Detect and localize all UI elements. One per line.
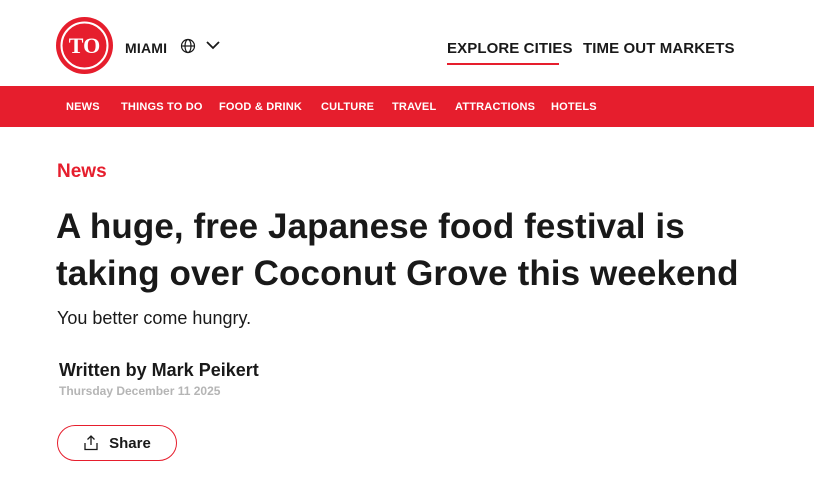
article-date: Thursday December 11 2025 xyxy=(59,384,221,398)
section-menu-bar: NEWS THINGS TO DO FOOD & DRINK CULTURE T… xyxy=(0,86,814,127)
menu-item-travel[interactable]: TRAVEL xyxy=(392,101,436,113)
share-label: Share xyxy=(109,434,151,452)
article-subtitle: You better come hungry. xyxy=(57,308,252,328)
menu-item-hotels[interactable]: HOTELS xyxy=(551,101,597,113)
site-header: TO MIAMI EXPLORE CITIES TIME OUT MARKETS xyxy=(0,0,814,86)
share-button[interactable]: Share xyxy=(57,425,177,461)
active-nav-underline xyxy=(447,63,559,65)
menu-item-culture[interactable]: CULTURE xyxy=(321,101,374,113)
nav-explore-cities[interactable]: EXPLORE CITIES xyxy=(447,40,573,57)
menu-item-news[interactable]: NEWS xyxy=(66,101,100,113)
svg-text:TO: TO xyxy=(69,33,100,58)
share-icon xyxy=(84,435,98,451)
timeout-logo[interactable]: TO xyxy=(56,17,113,74)
menu-item-attractions[interactable]: ATTRACTIONS xyxy=(455,101,535,113)
nav-time-out-markets[interactable]: TIME OUT MARKETS xyxy=(583,40,735,57)
logo-mark: TO xyxy=(60,21,109,70)
article-title: A huge, free Japanese food festival is t… xyxy=(56,207,739,293)
menu-item-food-drink[interactable]: FOOD & DRINK xyxy=(219,101,302,113)
chevron-down-icon[interactable] xyxy=(206,40,220,50)
menu-item-things-to-do[interactable]: THINGS TO DO xyxy=(121,101,203,113)
globe-icon[interactable] xyxy=(180,38,196,54)
article-category[interactable]: News xyxy=(57,161,107,183)
city-name[interactable]: MIAMI xyxy=(125,40,167,56)
article-byline: Written by Mark Peikert xyxy=(59,360,259,380)
